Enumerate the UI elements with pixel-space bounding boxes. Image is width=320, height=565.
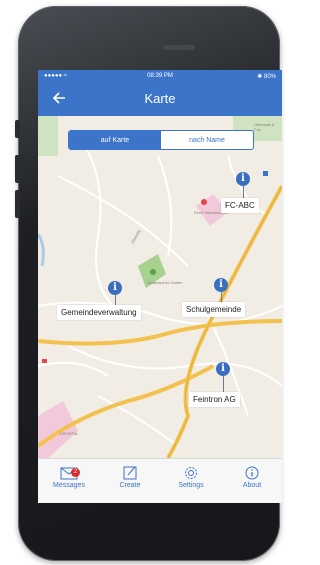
map-label-area: KRONTAL — [60, 431, 79, 436]
info-pin-icon[interactable]: i — [214, 278, 228, 292]
tab-label: About — [242, 482, 262, 489]
status-time: 08:39 PM — [147, 73, 173, 79]
map-pin-label[interactable]: Feintron AG — [189, 392, 240, 407]
nav-header: ●●●●● ≈ 08:39 PM ✱ 80% Karte — [38, 70, 282, 116]
map-background[interactable] — [38, 116, 282, 458]
pin-stem — [223, 376, 224, 392]
battery-indicator: ✱ 80% — [257, 74, 276, 80]
speaker-grille — [163, 45, 195, 50]
info-pin-icon[interactable]: i — [216, 362, 230, 376]
mute-switch — [15, 120, 20, 138]
pin-stem — [221, 292, 222, 302]
segment-name-button[interactable]: nach Name — [161, 131, 253, 149]
pin-stem — [243, 186, 244, 198]
unread-badge: 2 — [71, 468, 80, 477]
info-pin-icon[interactable]: i — [108, 281, 122, 295]
tab-bar: 2 Messages Create Settings About — [38, 458, 282, 503]
tab-messages[interactable]: 2 Messages — [41, 465, 97, 489]
pin-stem — [115, 295, 116, 305]
tab-label: Create — [119, 482, 141, 489]
tab-settings[interactable]: Settings — [163, 465, 219, 489]
gear-icon — [185, 467, 197, 479]
map-pin-label[interactable]: Schulgemeinde — [182, 302, 246, 317]
segment-map-button[interactable]: auf Karte — [69, 131, 161, 149]
edit-icon — [123, 466, 137, 480]
page-title: Karte — [144, 91, 176, 106]
map-label-corner: Obermatt & Frie — [254, 122, 275, 132]
view-mode-segmented-control: auf Karte nach Name — [68, 130, 254, 150]
tab-about[interactable]: About — [224, 465, 280, 489]
tab-create[interactable]: Create — [102, 465, 158, 489]
tab-label: Messages — [53, 482, 85, 489]
info-pin-icon[interactable]: i — [236, 172, 250, 186]
map-view[interactable]: Obermatt & Frie Kirch Stephanshorn Botan… — [38, 116, 282, 458]
tab-label: Settings — [178, 482, 204, 489]
volume-up-button — [15, 155, 20, 183]
map-label-garden: Botanischer Garten — [148, 280, 183, 285]
map-pin-label[interactable]: FC-ABC — [221, 198, 259, 213]
volume-down-button — [15, 190, 20, 218]
app-screen: ●●●●● ≈ 08:39 PM ✱ 80% Karte Obermatt & … — [38, 70, 282, 503]
map-pin-label[interactable]: Gemeindeverwaltung — [57, 305, 141, 320]
info-icon — [245, 466, 259, 480]
